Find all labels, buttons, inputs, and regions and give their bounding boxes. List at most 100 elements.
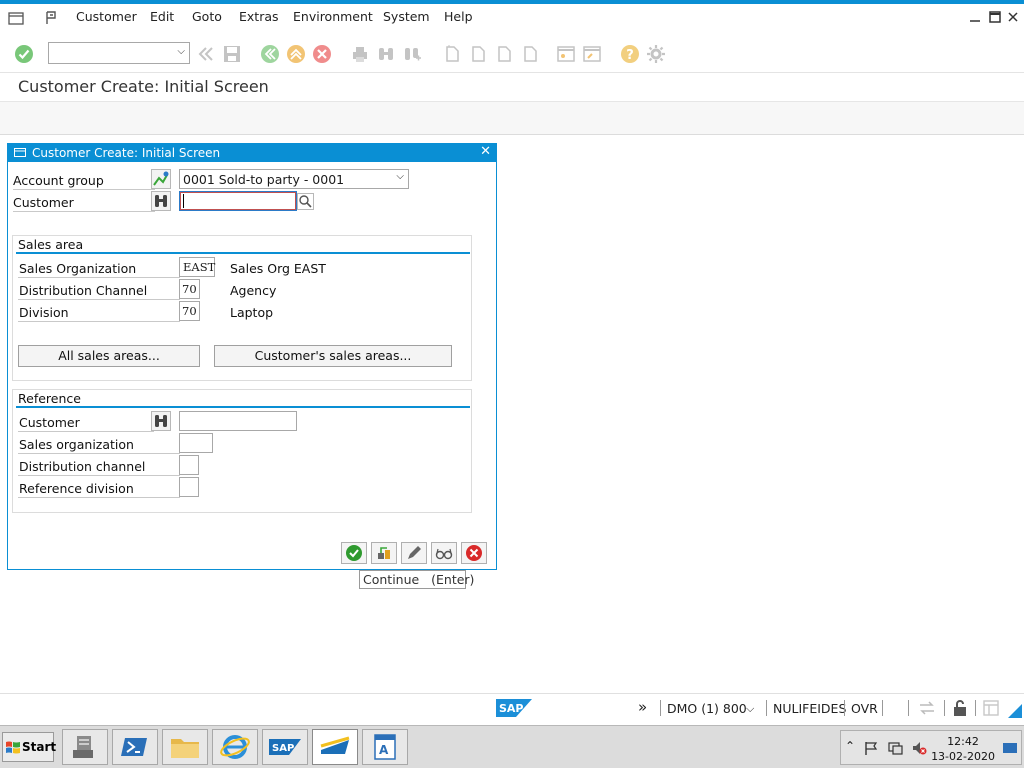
start-button[interactable]: Start bbox=[2, 732, 56, 762]
division-input[interactable]: 70 bbox=[179, 301, 200, 321]
status-separator bbox=[882, 700, 883, 716]
minimize-icon[interactable] bbox=[968, 10, 982, 24]
reference-distribution-channel-label: Distribution channel bbox=[19, 459, 146, 474]
status-separator bbox=[944, 700, 945, 716]
cancel-button[interactable] bbox=[461, 542, 487, 564]
customer-search-button[interactable] bbox=[151, 191, 171, 211]
new-session-icon[interactable] bbox=[556, 44, 576, 64]
find-icon[interactable] bbox=[376, 44, 396, 64]
find-next-icon[interactable] bbox=[402, 44, 422, 64]
show-hidden-icons-icon[interactable]: ⌃ bbox=[845, 739, 855, 753]
close-window-icon[interactable] bbox=[1006, 10, 1020, 24]
taskbar-internet-explorer[interactable] bbox=[212, 729, 258, 765]
clock[interactable]: 12:42 13-02-2020 bbox=[931, 734, 995, 764]
print-icon[interactable] bbox=[350, 44, 370, 64]
shortcut-icon[interactable] bbox=[582, 44, 602, 64]
menu-customer[interactable]: Customer bbox=[76, 9, 137, 24]
reference-distribution-channel-input[interactable] bbox=[179, 455, 199, 475]
flag-icon[interactable] bbox=[863, 740, 879, 756]
status-separator bbox=[908, 700, 909, 716]
taskbar-sap-logon[interactable]: SAP bbox=[262, 729, 308, 765]
customer-input[interactable] bbox=[179, 191, 297, 211]
customer-f4-help-button[interactable] bbox=[297, 193, 314, 210]
change-button[interactable] bbox=[401, 542, 427, 564]
taskbar-file-explorer[interactable] bbox=[162, 729, 208, 765]
command-field[interactable]: ⌵ bbox=[48, 42, 190, 64]
label-underline bbox=[18, 277, 180, 278]
internet-explorer-icon bbox=[220, 735, 250, 759]
insert-mode[interactable]: OVR bbox=[851, 701, 878, 716]
account-group-hierarchy-button[interactable] bbox=[151, 169, 171, 189]
back-double-icon[interactable] bbox=[196, 44, 216, 64]
create-with-reference-button[interactable] bbox=[371, 542, 397, 564]
page-title: Customer Create: Initial Screen bbox=[18, 77, 269, 96]
sap-menu-icon[interactable] bbox=[44, 10, 60, 26]
label-underline bbox=[18, 497, 180, 498]
reference-customer-input[interactable] bbox=[179, 411, 297, 431]
last-page-icon[interactable] bbox=[520, 44, 540, 64]
dialog-title-bar: Customer Create: Initial Screen ✕ bbox=[8, 144, 496, 162]
continue-button[interactable] bbox=[341, 542, 367, 564]
back-icon[interactable] bbox=[260, 44, 280, 64]
resize-handle-icon[interactable] bbox=[1006, 702, 1022, 718]
binoculars-icon bbox=[155, 415, 167, 427]
menu-bar: Customer Edit Goto Extras Environment Sy… bbox=[0, 4, 1024, 30]
clock-date: 13-02-2020 bbox=[931, 750, 995, 763]
taskbar-wordpad[interactable]: A bbox=[362, 729, 408, 765]
server-name: NULIFEIDES bbox=[773, 701, 847, 716]
chevron-down-icon[interactable]: ⌵ bbox=[396, 171, 404, 182]
sales-org-input[interactable]: EAST bbox=[179, 257, 215, 277]
exit-icon[interactable] bbox=[286, 44, 306, 64]
label-underline bbox=[18, 299, 180, 300]
all-sales-areas-button[interactable]: All sales areas... bbox=[18, 345, 200, 367]
taskbar-powershell[interactable] bbox=[112, 729, 158, 765]
help-icon[interactable]: ? bbox=[620, 44, 640, 64]
enter-check-icon[interactable] bbox=[14, 44, 34, 64]
sales-org-label: Sales Organization bbox=[19, 261, 137, 276]
menu-edit[interactable]: Edit bbox=[150, 9, 174, 24]
toolbar-divider bbox=[0, 72, 1024, 73]
taskbar-server-manager[interactable] bbox=[62, 729, 108, 765]
customers-sales-areas-button[interactable]: Customer's sales areas... bbox=[214, 345, 452, 367]
lock-icon[interactable] bbox=[952, 699, 968, 717]
sales-org-value: EAST bbox=[183, 260, 216, 274]
system-info[interactable]: DMO (1) 800 bbox=[667, 701, 747, 716]
reference-division-input[interactable] bbox=[179, 477, 199, 497]
menu-goto[interactable]: Goto bbox=[192, 9, 222, 24]
connection-icon bbox=[920, 701, 934, 715]
account-group-select[interactable]: 0001 Sold-to party - 0001 ⌵ bbox=[179, 169, 409, 189]
cancel-icon[interactable] bbox=[312, 44, 332, 64]
save-icon[interactable] bbox=[222, 44, 242, 64]
status-separator bbox=[975, 700, 976, 716]
menu-toggle-icon[interactable] bbox=[8, 10, 24, 26]
menu-system[interactable]: System bbox=[383, 9, 430, 24]
first-page-icon[interactable] bbox=[442, 44, 462, 64]
next-page-icon[interactable] bbox=[494, 44, 514, 64]
layout-icon[interactable] bbox=[982, 699, 1000, 717]
menu-help[interactable]: Help bbox=[444, 9, 473, 24]
settings-gear-icon[interactable] bbox=[646, 44, 666, 64]
windows-logo-icon bbox=[6, 741, 20, 754]
previous-page-icon[interactable] bbox=[468, 44, 488, 64]
glasses-icon bbox=[435, 548, 453, 560]
maximize-icon[interactable] bbox=[988, 10, 1002, 24]
hierarchy-icon bbox=[153, 171, 169, 186]
show-desktop-icon[interactable] bbox=[1002, 741, 1018, 755]
close-icon[interactable]: ✕ bbox=[480, 144, 491, 159]
status-separator bbox=[766, 700, 767, 716]
speaker-muted-icon[interactable] bbox=[911, 740, 927, 756]
menu-environment[interactable]: Environment bbox=[293, 9, 373, 24]
folder-icon bbox=[171, 739, 199, 758]
display-button[interactable] bbox=[431, 542, 457, 564]
reference-customer-search-button[interactable] bbox=[151, 411, 171, 431]
chevron-down-icon[interactable]: ⌵ bbox=[746, 702, 754, 716]
distribution-channel-input[interactable]: 70 bbox=[179, 279, 200, 299]
reference-heading-line bbox=[16, 406, 470, 408]
reference-sales-org-input[interactable] bbox=[179, 433, 213, 453]
menu-extras[interactable]: Extras bbox=[239, 9, 279, 24]
status-expand-icon[interactable]: » bbox=[638, 698, 647, 716]
taskbar-sap-gui[interactable] bbox=[312, 729, 358, 765]
dialog-menu-icon[interactable] bbox=[14, 147, 26, 158]
chevron-down-icon[interactable]: ⌵ bbox=[177, 46, 185, 57]
network-icon[interactable] bbox=[887, 740, 903, 756]
